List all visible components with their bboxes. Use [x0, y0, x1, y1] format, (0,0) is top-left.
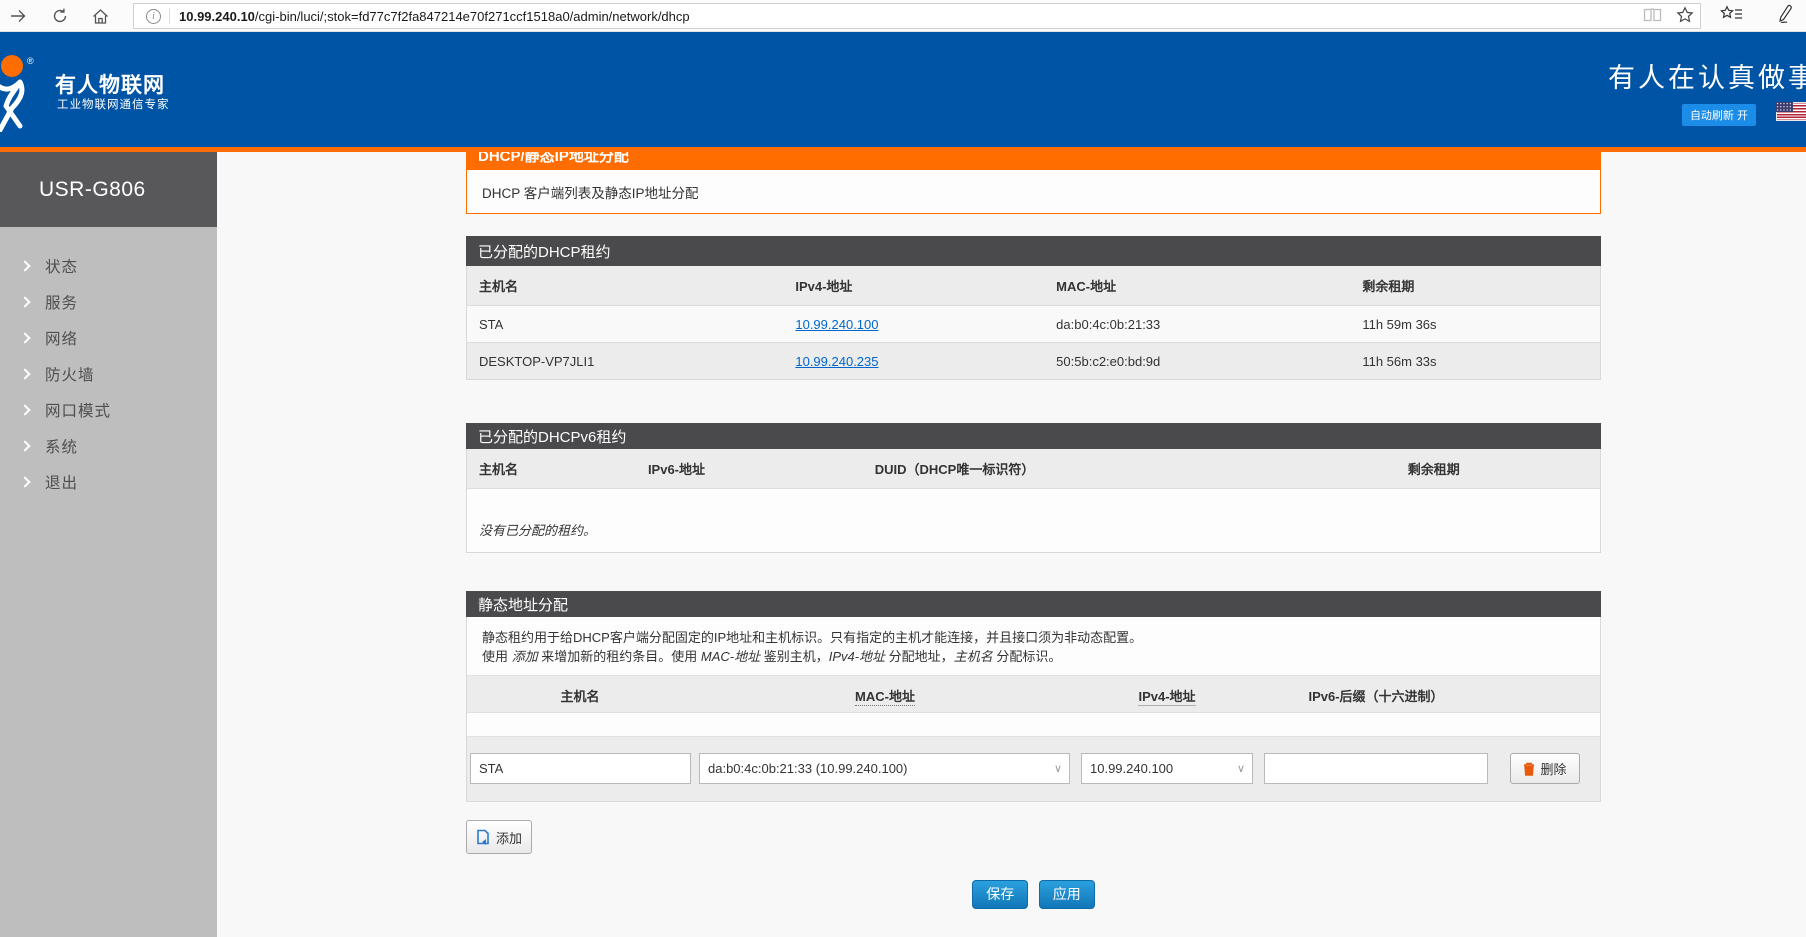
- page-title-bar: DHCP/静态IP地址分配: [466, 152, 1601, 170]
- site-info-icon[interactable]: i: [146, 9, 161, 24]
- add-icon: [476, 829, 490, 845]
- app-header: ® 有人物联网 工业物联网通信专家 有人在认真做事 自动刷新 开: [0, 32, 1806, 152]
- sidebar-item-status[interactable]: 状态: [0, 248, 217, 284]
- lease-hostname: DESKTOP-VP7JLI1: [467, 343, 796, 380]
- col-ipv6: IPv6-地址: [648, 449, 875, 488]
- chevron-right-icon: [19, 296, 30, 307]
- delete-button[interactable]: 删除: [1510, 753, 1580, 784]
- ipv4-address-select[interactable]: 10.99.240.100 ∨: [1081, 753, 1253, 784]
- sidebar-item-port-mode[interactable]: 网口模式: [0, 392, 217, 428]
- table-header-row: 主机名 IPv4-地址 MAC-地址 剩余租期: [467, 266, 1601, 306]
- add-button[interactable]: 添加: [466, 820, 532, 854]
- col-hostname: 主机名: [467, 449, 648, 488]
- brand-subtitle: 工业物联网通信专家: [57, 96, 170, 112]
- col-ipv4: IPv4-地址: [795, 266, 1056, 306]
- auto-refresh-toggle[interactable]: 自动刷新 开: [1682, 104, 1756, 126]
- page-subtitle: DHCP 客户端列表及静态IP地址分配: [467, 182, 699, 202]
- sidebar-item-system[interactable]: 系统: [0, 428, 217, 464]
- device-name-block: USR-G806: [0, 152, 217, 227]
- chevron-right-icon: [19, 476, 30, 487]
- reading-view-icon[interactable]: [1643, 7, 1662, 28]
- sidebar-item-firewall[interactable]: 防火墙: [0, 356, 217, 392]
- dhcp-leases-section: 已分配的DHCP租约 主机名 IPv4-地址 MAC-地址 剩余租期 STA 1…: [466, 236, 1601, 380]
- chevron-right-icon: [19, 368, 30, 379]
- chevron-right-icon: [19, 440, 30, 451]
- chevron-down-icon: ∨: [1237, 762, 1252, 775]
- url-text[interactable]: 10.99.240.10/cgi-bin/luci/;stok=fd77c7f2…: [179, 9, 690, 24]
- refresh-icon[interactable]: [44, 0, 76, 32]
- dhcpv6-empty-row: 没有已分配的租约。: [466, 488, 1601, 553]
- dhcpv6-leases-title: 已分配的DHCPv6租约: [466, 423, 1601, 449]
- favorites-hub-icon[interactable]: [1720, 5, 1744, 28]
- page-title: DHCP/静态IP地址分配: [466, 152, 1601, 169]
- device-name: USR-G806: [39, 178, 146, 202]
- col-lease-time: 剩余租期: [1362, 266, 1600, 306]
- usr-logo: [0, 50, 44, 137]
- lease-remaining: 11h 59m 36s: [1362, 306, 1600, 343]
- col-mac: MAC-地址: [855, 686, 915, 706]
- url-divider: [169, 8, 170, 24]
- form-actions: 保存 应用: [466, 880, 1601, 909]
- col-lease-time: 剩余租期: [1408, 449, 1601, 488]
- chevron-right-icon: [19, 260, 30, 271]
- description-line2: 使用 添加 来增加新的租约条目。使用 MAC-地址 鉴别主机，IPv4-地址 分…: [482, 647, 1600, 666]
- save-button[interactable]: 保存: [972, 880, 1028, 909]
- browser-chrome: i 10.99.240.10/cgi-bin/luci/;stok=fd77c7…: [0, 0, 1806, 32]
- mac-address-select[interactable]: da:b0:4c:0b:21:33 (10.99.240.100) ∨: [699, 753, 1070, 784]
- sidebar-item-network[interactable]: 网络: [0, 320, 217, 356]
- url-bar[interactable]: i 10.99.240.10/cgi-bin/luci/;stok=fd77c7…: [133, 3, 1701, 29]
- dhcpv6-empty-text: 没有已分配的租约。: [467, 489, 1600, 539]
- spacer-row: [467, 712, 1600, 736]
- chevron-right-icon: [19, 404, 30, 415]
- dhcp-leases-table: 主机名 IPv4-地址 MAC-地址 剩余租期 STA 10.99.240.10…: [466, 266, 1601, 380]
- trash-icon: [1523, 762, 1535, 776]
- static-leases-title: 静态地址分配: [466, 591, 1601, 617]
- static-form-header: 主机名 MAC-地址 IPv4-地址 IPv6-后缀（十六进制）: [467, 675, 1600, 712]
- ipv6-suffix-input[interactable]: [1264, 753, 1488, 784]
- col-hostname: 主机名: [467, 266, 796, 306]
- url-path: /cgi-bin/luci/;stok=fd77c7f2fa847214e70f…: [255, 9, 690, 24]
- chevron-down-icon: ∨: [1054, 762, 1069, 775]
- sidebar-menu: 状态 服务 网络 防火墙 网口模式 系统 退出: [0, 227, 217, 500]
- page-subtitle-box: DHCP 客户端列表及静态IP地址分配: [466, 170, 1601, 214]
- brand-title: 有人物联网: [55, 69, 165, 99]
- lease-remaining: 11h 56m 33s: [1362, 343, 1600, 380]
- table-row: DESKTOP-VP7JLI1 10.99.240.235 50:5b:c2:e…: [467, 343, 1601, 380]
- main-content: DHCP/静态IP地址分配 DHCP 客户端列表及静态IP地址分配 已分配的DH…: [217, 152, 1806, 937]
- description-line1: 静态租约用于给DHCP客户端分配固定的IP地址和主机标识。只有指定的主机才能连接…: [482, 628, 1600, 647]
- chevron-right-icon: [19, 332, 30, 343]
- static-leases-section: 静态地址分配 静态租约用于给DHCP客户端分配固定的IP地址和主机标识。只有指定…: [466, 591, 1601, 854]
- table-header-row: 主机名 IPv6-地址 DUID（DHCP唯一标识符） 剩余租期: [467, 449, 1601, 488]
- registered-mark: ®: [27, 56, 34, 66]
- lease-mac: 50:5b:c2:e0:bd:9d: [1056, 343, 1362, 380]
- col-hostname: 主机名: [560, 686, 599, 705]
- forward-icon[interactable]: [2, 0, 34, 32]
- static-leases-description: 静态租约用于给DHCP客户端分配固定的IP地址和主机标识。只有指定的主机才能连接…: [467, 617, 1600, 675]
- dhcpv6-leases-table: 主机名 IPv6-地址 DUID（DHCP唯一标识符） 剩余租期: [466, 449, 1601, 488]
- sidebar-item-services[interactable]: 服务: [0, 284, 217, 320]
- static-lease-entry-row: da:b0:4c:0b:21:33 (10.99.240.100) ∨ 10.9…: [467, 736, 1600, 801]
- home-icon[interactable]: [84, 0, 116, 32]
- web-note-pen-icon[interactable]: [1774, 4, 1796, 29]
- table-row: STA 10.99.240.100 da:b0:4c:0b:21:33 11h …: [467, 306, 1601, 343]
- lease-ipv4-link[interactable]: 10.99.240.235: [795, 354, 878, 369]
- col-mac: MAC-地址: [1056, 266, 1362, 306]
- dhcp-leases-title: 已分配的DHCP租约: [466, 236, 1601, 266]
- dhcpv6-leases-section: 已分配的DHCPv6租约 主机名 IPv6-地址 DUID（DHCP唯一标识符）…: [466, 423, 1601, 553]
- col-ipv6-suffix: IPv6-后缀（十六进制）: [1308, 686, 1443, 705]
- col-ipv4: IPv4-地址: [1138, 686, 1195, 706]
- lease-hostname: STA: [467, 306, 796, 343]
- col-duid: DUID（DHCP唯一标识符）: [875, 449, 1408, 488]
- favorite-star-icon[interactable]: [1676, 6, 1694, 29]
- sidebar: USR-G806 状态 服务 网络 防火墙 网口模式 系统 退出: [0, 152, 217, 937]
- lease-ipv4-link[interactable]: 10.99.240.100: [795, 317, 878, 332]
- apply-button[interactable]: 应用: [1039, 880, 1095, 909]
- url-domain: 10.99.240.10: [179, 9, 255, 24]
- lease-mac: da:b0:4c:0b:21:33: [1056, 306, 1362, 343]
- hostname-input[interactable]: [470, 753, 691, 784]
- sidebar-item-logout[interactable]: 退出: [0, 464, 217, 500]
- us-flag-icon[interactable]: [1776, 102, 1806, 121]
- header-slogan: 有人在认真做事: [1608, 56, 1806, 95]
